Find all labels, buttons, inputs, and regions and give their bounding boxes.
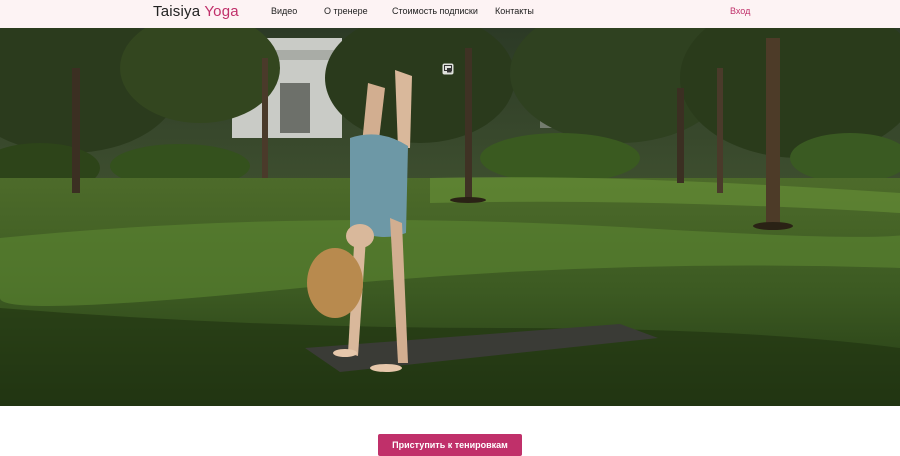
nav-link-contacts[interactable]: Контакты: [495, 6, 534, 17]
logo-text-main: Taisiya: [153, 3, 201, 20]
picture-in-picture-icon[interactable]: [442, 63, 454, 75]
login-link[interactable]: Вход: [730, 6, 750, 17]
hero-video[interactable]: [0, 28, 900, 406]
logo-text-accent: Yoga: [204, 3, 239, 20]
site-header: Taisiya Yoga Видео О тренере Стоимость п…: [0, 0, 900, 28]
nav-link-subscription-price[interactable]: Стоимость подписки: [392, 6, 478, 17]
cta-section: Приступить к тенировкам: [0, 406, 900, 456]
logo[interactable]: Taisiya Yoga: [153, 3, 239, 21]
nav-link-video[interactable]: Видео: [271, 6, 297, 17]
start-training-button[interactable]: Приступить к тенировкам: [378, 434, 522, 456]
hero-video-frame: [0, 28, 900, 406]
nav-link-about-trainer[interactable]: О тренере: [324, 6, 368, 17]
